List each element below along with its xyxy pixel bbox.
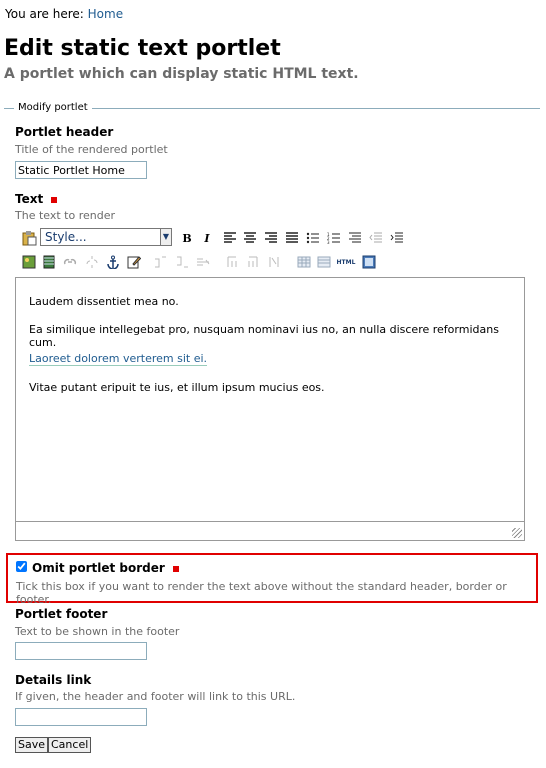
footer-help: Text to be shown in the footer	[15, 625, 180, 638]
editor-paragraph: Laudem dissentiet mea no.	[29, 295, 179, 308]
page-title: Edit static text portlet	[4, 36, 281, 61]
chevron-down-icon: ▼	[160, 229, 171, 245]
fieldset-legend: Modify portlet	[14, 102, 92, 113]
insert-col-after-icon[interactable]	[245, 254, 261, 270]
details-link-input[interactable]	[15, 708, 147, 726]
table-icon[interactable]	[296, 254, 312, 270]
details-link-label: Details link	[15, 673, 92, 687]
numbered-list-icon[interactable]: 123	[326, 230, 342, 246]
header-input[interactable]	[15, 161, 147, 179]
footer-label: Portlet footer	[15, 607, 108, 621]
resize-grip-icon[interactable]	[512, 528, 522, 538]
indent-icon[interactable]	[389, 230, 405, 246]
fullscreen-icon[interactable]	[361, 254, 377, 270]
editor-paragraph: Ea similique intellegebat pro, nusquam n…	[29, 323, 499, 349]
align-justify-icon[interactable]	[284, 230, 300, 246]
page-description: A portlet which can display static HTML …	[4, 66, 359, 82]
paste-icon[interactable]	[21, 230, 37, 246]
breadcrumb-home-link[interactable]: Home	[88, 7, 123, 21]
editor-paragraph: Vitae putant eripuit te ius, et illum ip…	[29, 381, 325, 394]
editor-status-bar	[16, 521, 524, 540]
omit-border-help: Tick this box if you want to render the …	[16, 580, 507, 606]
italic-button[interactable]: I	[199, 230, 215, 246]
cancel-button[interactable]: Cancel	[48, 737, 92, 753]
omit-border-label: Omit portlet border	[32, 561, 179, 575]
delete-row-icon[interactable]	[195, 254, 211, 270]
omit-border-field: Omit portlet border Tick this box if you…	[6, 553, 538, 606]
style-select[interactable]: Style... ▼	[40, 228, 172, 246]
definition-list-icon[interactable]	[347, 230, 363, 246]
anchor-icon[interactable]	[105, 254, 121, 270]
rich-text-editor[interactable]: Laudem dissentiet mea no. Ea similique i…	[15, 277, 525, 541]
details-link-help: If given, the header and footer will lin…	[15, 690, 296, 703]
outdent-icon[interactable]	[368, 230, 384, 246]
align-center-icon[interactable]	[242, 230, 258, 246]
delete-col-icon[interactable]	[266, 254, 282, 270]
required-marker	[51, 196, 58, 203]
align-left-icon[interactable]	[222, 230, 238, 246]
insert-row-before-icon[interactable]	[152, 254, 168, 270]
edit-icon[interactable]	[126, 254, 142, 270]
style-select-value: Style...	[45, 230, 87, 244]
insert-row-after-icon[interactable]	[174, 254, 190, 270]
omit-border-label-text: Omit portlet border	[32, 561, 165, 575]
breadcrumb-prefix: You are here:	[5, 7, 84, 21]
link-icon[interactable]	[62, 254, 78, 270]
unlink-icon[interactable]	[84, 254, 100, 270]
breadcrumb: You are here: Home	[5, 7, 123, 21]
svg-text:3: 3	[327, 240, 330, 244]
omit-border-checkbox[interactable]	[16, 561, 27, 572]
media-icon[interactable]	[41, 254, 57, 270]
table-props-icon[interactable]	[316, 254, 332, 270]
required-marker	[172, 565, 179, 572]
header-help: Title of the rendered portlet	[15, 143, 168, 156]
html-source-button[interactable]: HTML	[335, 254, 357, 270]
insert-col-before-icon[interactable]	[224, 254, 240, 270]
header-label: Portlet header	[15, 125, 114, 139]
text-label: Text	[15, 192, 58, 206]
footer-input[interactable]	[15, 642, 147, 660]
align-right-icon[interactable]	[263, 230, 279, 246]
text-label-text: Text	[15, 192, 44, 206]
text-help: The text to render	[15, 209, 115, 222]
editor-link[interactable]: Laoreet dolorem verterem sit ei.	[29, 352, 208, 366]
bullet-list-icon[interactable]	[305, 230, 321, 246]
bold-button[interactable]: B	[179, 230, 195, 246]
save-button[interactable]: Save	[15, 737, 49, 753]
image-icon[interactable]	[21, 254, 37, 270]
